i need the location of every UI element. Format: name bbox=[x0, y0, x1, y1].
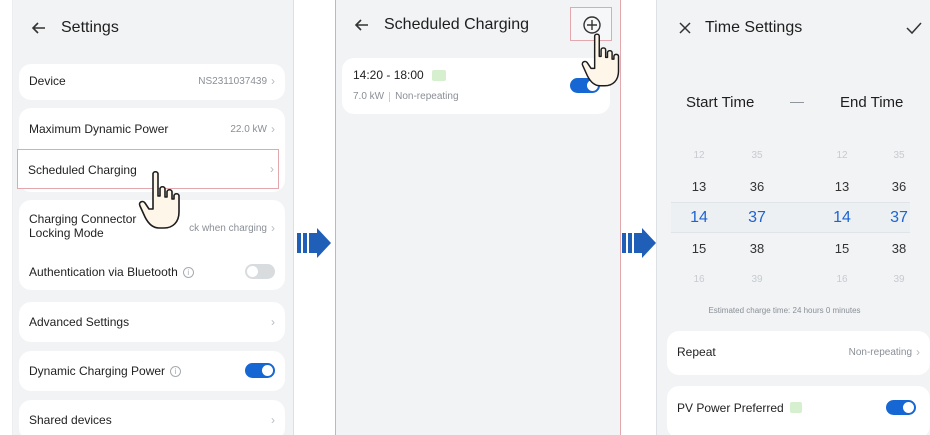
estimated-charge-time: Estimated charge time: 24 hours 0 minute… bbox=[708, 306, 861, 315]
scheduled-charging-label: Scheduled Charging bbox=[28, 163, 137, 177]
back-icon[interactable] bbox=[352, 15, 372, 35]
page-title: Time Settings bbox=[705, 19, 803, 36]
schedule-power: 7.0 kW bbox=[353, 91, 385, 102]
dynamic-power-label: Dynamic Charging Power bbox=[29, 363, 166, 378]
picker-option: 13 bbox=[834, 179, 850, 194]
pv-power-toggle[interactable] bbox=[886, 400, 916, 415]
hand-pointer-icon bbox=[138, 170, 180, 229]
picker-option: 38 bbox=[749, 241, 765, 256]
end-hour-wheel[interactable]: 12 13 14 15 16 bbox=[822, 140, 862, 295]
scheduled-charging-screen: Scheduled Charging 14:20 - 18:00 7.0 kW … bbox=[335, 0, 621, 435]
page-title: Scheduled Charging bbox=[384, 16, 529, 33]
page-title: Settings bbox=[61, 19, 119, 36]
chevron-right-icon: › bbox=[271, 315, 275, 329]
chevron-right-icon: › bbox=[271, 221, 275, 235]
picker-option: 12 bbox=[836, 150, 848, 161]
picker-selected: 14 bbox=[690, 209, 708, 226]
bluetooth-row: Authentication via Bluetooth i bbox=[29, 264, 275, 279]
end-time-label: End Time bbox=[840, 94, 904, 111]
picker-option: 38 bbox=[891, 241, 907, 256]
start-time-label: Start Time bbox=[686, 94, 755, 111]
back-icon[interactable] bbox=[29, 18, 49, 38]
picker-selected: 14 bbox=[833, 209, 851, 226]
time-picker[interactable]: 12 13 14 15 16 35 36 37 38 39 12 13 14 1… bbox=[657, 140, 930, 295]
shared-devices-label: Shared devices bbox=[29, 413, 112, 427]
end-minute-wheel[interactable]: 35 36 37 38 39 bbox=[879, 140, 919, 295]
schedule-time: 14:20 - 18:00 bbox=[353, 68, 424, 82]
picker-option: 35 bbox=[893, 150, 905, 161]
settings-screen: Settings Device NS2311037439 › Maximum Dy… bbox=[12, 0, 294, 435]
repeat-label: Repeat bbox=[677, 345, 716, 359]
flow-arrow-icon bbox=[622, 228, 656, 258]
locking-mode-label-2: Locking Mode bbox=[29, 226, 104, 240]
picker-option: 39 bbox=[751, 274, 763, 285]
start-minute-wheel[interactable]: 35 36 37 38 39 bbox=[737, 140, 777, 295]
hand-pointer-icon bbox=[581, 33, 620, 87]
time-settings-screen: Time Settings Start Time — End Time 12 1… bbox=[656, 0, 930, 435]
chevron-right-icon: › bbox=[916, 345, 920, 359]
locking-mode-value: ck when charging bbox=[189, 222, 267, 234]
picker-option: 36 bbox=[891, 179, 907, 194]
info-icon[interactable]: i bbox=[170, 365, 182, 377]
dynamic-power-toggle[interactable] bbox=[245, 363, 275, 378]
device-card[interactable]: Device NS2311037439 › bbox=[19, 64, 285, 100]
advanced-settings-row[interactable]: Advanced Settings › bbox=[19, 302, 285, 342]
leaf-icon bbox=[789, 402, 802, 413]
settings-header: Settings bbox=[13, 0, 293, 56]
flow-arrow-icon bbox=[297, 228, 331, 258]
picker-option: 15 bbox=[834, 241, 850, 256]
max-power-label: Maximum Dynamic Power bbox=[29, 122, 169, 136]
schedule-item[interactable]: 14:20 - 18:00 7.0 kW Non-repeating bbox=[342, 58, 610, 114]
pv-power-card: PV Power Preferred bbox=[667, 386, 930, 435]
check-icon[interactable] bbox=[904, 19, 924, 37]
leaf-icon bbox=[431, 69, 446, 81]
picker-option: 16 bbox=[693, 274, 705, 285]
shared-devices-row[interactable]: Shared devices › bbox=[19, 400, 285, 435]
bluetooth-toggle[interactable] bbox=[245, 264, 275, 279]
picker-selected: 37 bbox=[890, 209, 908, 226]
max-power-row[interactable]: Maximum Dynamic Power 22.0 kW › bbox=[29, 122, 275, 136]
advanced-settings-label: Advanced Settings bbox=[29, 315, 130, 329]
device-serial: NS2311037439 bbox=[198, 75, 267, 87]
chevron-right-icon: › bbox=[270, 162, 274, 176]
range-separator: — bbox=[790, 93, 804, 109]
time-settings-header: Time Settings bbox=[657, 0, 930, 56]
close-icon[interactable] bbox=[677, 20, 693, 36]
schedule-repeat: Non-repeating bbox=[395, 91, 459, 102]
chevron-right-icon: › bbox=[271, 74, 275, 88]
start-hour-wheel[interactable]: 12 13 14 15 16 bbox=[679, 140, 719, 295]
picker-option: 39 bbox=[893, 274, 905, 285]
picker-option: 35 bbox=[751, 150, 763, 161]
device-label: Device bbox=[29, 74, 66, 88]
time-range-labels: Start Time — End Time bbox=[657, 93, 930, 118]
picker-option: 13 bbox=[691, 179, 707, 194]
max-power-value: 22.0 kW bbox=[230, 123, 267, 135]
chevron-right-icon: › bbox=[271, 122, 275, 136]
repeat-value: Non-repeating bbox=[848, 346, 912, 358]
picker-option: 36 bbox=[749, 179, 765, 194]
info-icon[interactable]: i bbox=[182, 266, 194, 278]
picker-option: 16 bbox=[836, 274, 848, 285]
locking-mode-label-1: Charging Connector bbox=[29, 212, 137, 226]
pv-power-label: PV Power Preferred bbox=[677, 400, 784, 415]
bluetooth-label: Authentication via Bluetooth bbox=[29, 264, 178, 279]
picker-option: 15 bbox=[691, 241, 707, 256]
dynamic-power-card: Dynamic Charging Power i bbox=[19, 351, 285, 391]
repeat-row[interactable]: Repeat Non-repeating › bbox=[667, 331, 930, 375]
picker-option: 12 bbox=[693, 150, 705, 161]
picker-selected: 37 bbox=[748, 209, 766, 226]
chevron-right-icon: › bbox=[271, 413, 275, 427]
